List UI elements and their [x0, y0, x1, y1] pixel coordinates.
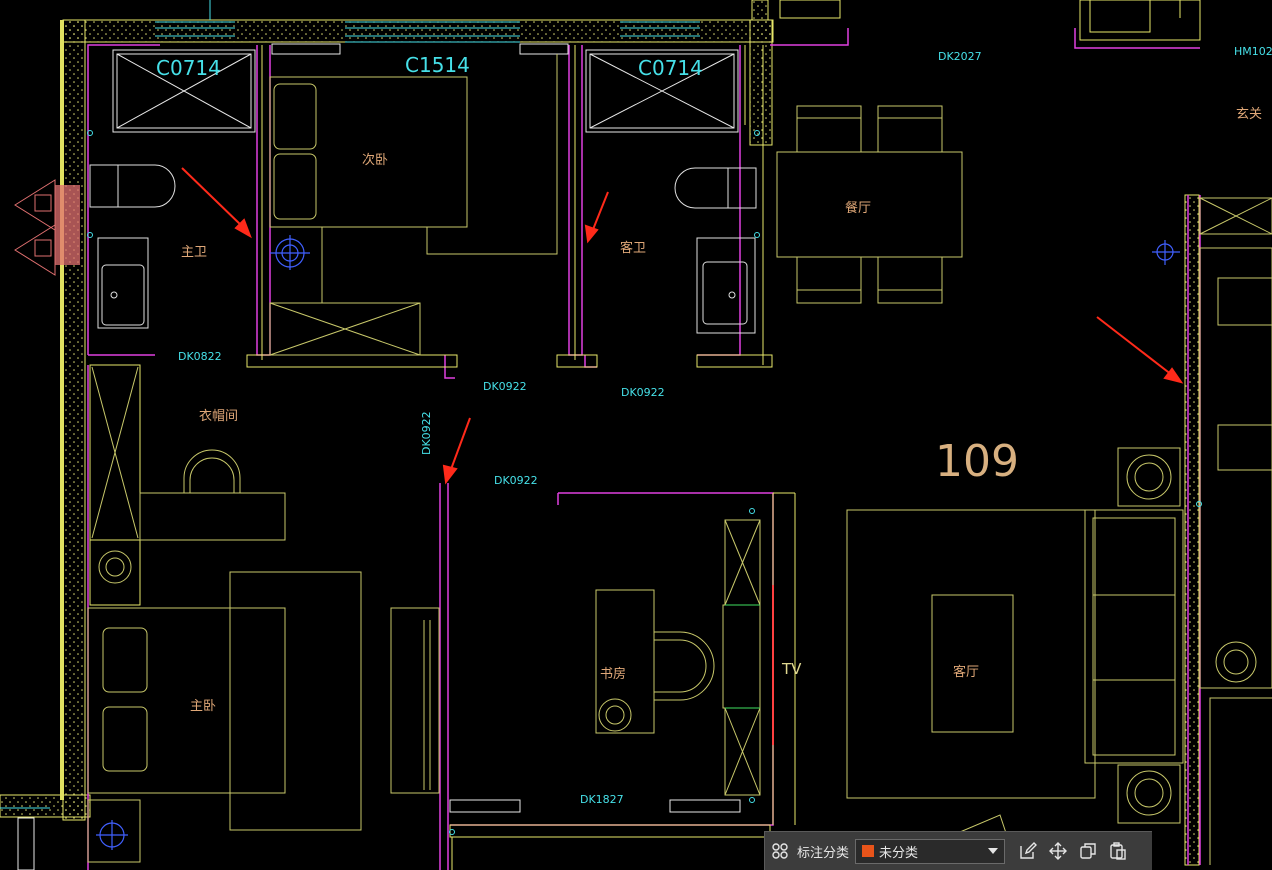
- window-label-1: C0714: [156, 56, 221, 80]
- room-label-study: 书房: [600, 666, 626, 682]
- move-icon[interactable]: [1043, 836, 1073, 866]
- category-label: 标注分类: [797, 845, 850, 861]
- window-label-3: C0714: [638, 56, 703, 80]
- second-bedroom-furniture: [269, 54, 558, 356]
- room-label-living: 客厅: [953, 664, 979, 680]
- door-tag-master-bedroom: DK0922: [420, 411, 433, 455]
- top-right-walls: [779, 0, 1181, 33]
- door-tag-second-bedroom: DK0922: [483, 380, 527, 393]
- tv-label: TV: [781, 660, 802, 678]
- guest-bath-fixtures: [674, 167, 757, 334]
- door-tag-study: DK0922: [494, 474, 538, 487]
- wall-nodes: [87, 130, 1202, 835]
- room-label-guest-bath: 客卫: [620, 240, 646, 256]
- window-label-2: C1514: [405, 53, 470, 77]
- partitions: [87, 28, 1201, 870]
- area-number: 109: [935, 436, 1019, 487]
- grid-icon[interactable]: [765, 836, 795, 866]
- room-label-master-bedroom: 主卧: [190, 699, 216, 714]
- window-strips: [0, 0, 700, 809]
- category-value: 未分类: [879, 845, 919, 861]
- room-label-dining: 餐厅: [845, 200, 871, 216]
- room-label-cloakroom: 衣帽间: [199, 408, 238, 424]
- chevron-down-icon: [988, 848, 999, 854]
- door-tag-guest-bath: DK0922: [621, 386, 665, 399]
- category-dropdown[interactable]: 未分类: [855, 838, 1006, 864]
- room-label-second-bedroom: 次卧: [362, 152, 388, 168]
- study-furniture: [595, 519, 761, 796]
- master-bedroom-furniture: [87, 366, 440, 863]
- room-label-master-bath: 主卫: [181, 245, 207, 260]
- copy-icon[interactable]: [1073, 836, 1103, 866]
- annotation-toolbar: 标注分类 未分类: [764, 831, 1152, 870]
- door-tag-top: DK2027: [938, 50, 982, 63]
- annotation-arrows: [181, 167, 1184, 485]
- balcony-marker: [14, 179, 80, 276]
- living-furniture: [846, 197, 1272, 865]
- category-color-swatch: [862, 845, 875, 857]
- room-label-foyer: 玄关: [1236, 107, 1262, 122]
- paste-icon[interactable]: [1103, 836, 1133, 866]
- exterior-walls: [0, 0, 1201, 866]
- floor-plan-canvas[interactable]: C0714 C1514 C0714 DK2027 HM1021 DK0822 D…: [0, 0, 1272, 870]
- door-tag-study-bottom: DK1827: [580, 793, 624, 806]
- edit-icon[interactable]: [1013, 836, 1043, 866]
- door-tag-master-bath: DK0822: [178, 350, 222, 363]
- door-tag-entry: HM1021: [1234, 45, 1272, 58]
- plumbing-fixtures: [96, 235, 1180, 850]
- master-bath-fixtures: [89, 164, 176, 329]
